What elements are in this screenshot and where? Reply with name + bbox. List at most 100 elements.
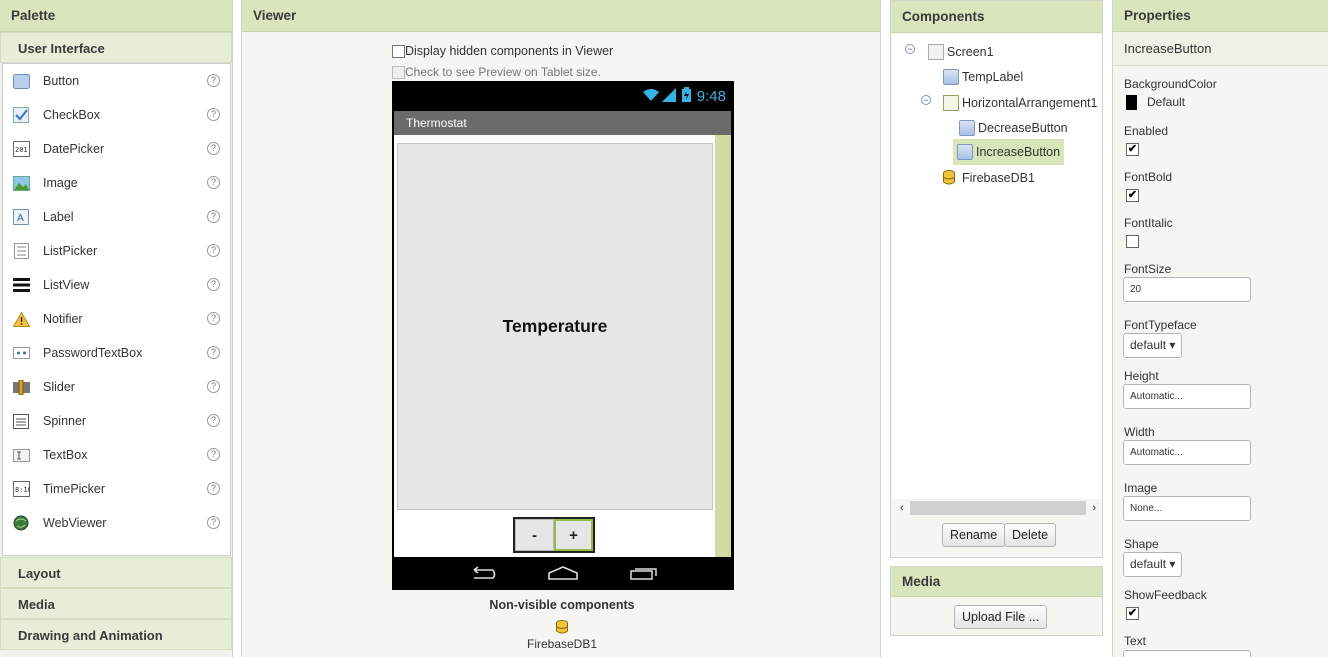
palette-item-webviewer[interactable]: WebViewer ? xyxy=(3,506,230,540)
category-user-interface[interactable]: User Interface xyxy=(0,32,232,63)
tree-node-increasebutton[interactable]: IncreaseButton xyxy=(953,139,1065,165)
help-icon[interactable]: ? xyxy=(207,482,220,495)
palette-item-label: TextBox xyxy=(43,448,88,462)
palette-item-listview[interactable]: ListView ? xyxy=(3,268,230,302)
tree-horizontal-scrollbar[interactable]: ‹ › xyxy=(900,500,1096,516)
home-icon xyxy=(548,565,578,583)
enabled-checkbox[interactable]: ✔ xyxy=(1126,143,1139,156)
showfeedback-checkbox[interactable]: ✔ xyxy=(1126,607,1139,620)
shape-label: Shape xyxy=(1124,537,1159,551)
app-title-bar: Thermostat xyxy=(394,111,731,135)
show-hidden-row[interactable]: Display hidden components in Viewer xyxy=(392,44,613,58)
tablet-preview-row[interactable]: Check to see Preview on Tablet size. xyxy=(392,65,601,79)
help-icon[interactable]: ? xyxy=(207,414,220,427)
palette-item-spinner[interactable]: Spinner ? xyxy=(3,404,230,438)
horizontal-arrangement[interactable]: - + xyxy=(513,517,595,553)
help-icon[interactable]: ? xyxy=(207,278,220,291)
help-icon[interactable]: ? xyxy=(207,108,220,121)
help-icon[interactable]: ? xyxy=(207,346,220,359)
textbox-icon xyxy=(12,447,30,463)
palette-item-label[interactable]: A Label ? xyxy=(3,200,230,234)
palette-item-notifier[interactable]: Notifier ? xyxy=(3,302,230,336)
help-icon[interactable]: ? xyxy=(207,312,220,325)
help-icon[interactable]: ? xyxy=(207,210,220,223)
fontsize-input[interactable]: 20 xyxy=(1123,277,1251,302)
palette-item-label: Spinner xyxy=(43,414,87,428)
delete-button[interactable]: Delete xyxy=(1004,523,1057,547)
help-icon[interactable]: ? xyxy=(207,244,220,257)
palette-item-listpicker[interactable]: ListPicker ? xyxy=(3,234,230,268)
image-label: Image xyxy=(1124,481,1158,495)
background-color-picker[interactable]: Default xyxy=(1126,95,1185,111)
show-hidden-checkbox[interactable] xyxy=(392,44,405,58)
enabled-label: Enabled xyxy=(1124,124,1169,138)
datepicker-icon: 201 xyxy=(12,141,30,157)
fontitalic-checkbox[interactable] xyxy=(1126,235,1139,248)
palette-item-list: Button ? CheckBox ? 201 DatePicker ? Ima… xyxy=(2,63,231,556)
tree-node-horizontalarrangement1[interactable]: HorizontalArrangement1 xyxy=(943,92,1098,114)
image-icon xyxy=(12,175,30,191)
palette-item-label: Slider xyxy=(43,380,75,394)
tree-node-screen1[interactable]: Screen1 xyxy=(928,41,994,63)
nonvisible-item-firebase[interactable]: FirebaseDB1 xyxy=(242,620,882,651)
svg-text:201: 201 xyxy=(15,146,28,154)
collapse-icon[interactable]: − xyxy=(905,44,915,54)
palette-item-checkbox[interactable]: CheckBox ? xyxy=(3,98,230,132)
palette-item-passwordtextbox[interactable]: PasswordTextBox ? xyxy=(3,336,230,370)
increase-button[interactable]: + xyxy=(554,519,593,551)
category-media[interactable]: Media xyxy=(0,588,232,619)
background-color-label: BackgroundColor xyxy=(1124,77,1217,91)
shape-select[interactable]: default ▾ xyxy=(1123,552,1183,577)
help-icon[interactable]: ? xyxy=(207,516,220,529)
selected-component-name: IncreaseButton xyxy=(1113,32,1328,66)
palette-item-button[interactable]: Button ? xyxy=(3,64,230,98)
help-icon[interactable]: ? xyxy=(207,142,220,155)
phone-screen: Temperature - + xyxy=(394,135,731,557)
palette-item-label: PasswordTextBox xyxy=(43,346,143,360)
category-layout[interactable]: Layout xyxy=(0,557,232,588)
decrease-button[interactable]: - xyxy=(515,519,554,551)
button-icon xyxy=(12,73,30,89)
scroll-left-icon[interactable]: ‹ xyxy=(900,502,904,514)
help-icon[interactable]: ? xyxy=(207,448,220,461)
scroll-right-icon[interactable]: › xyxy=(1092,502,1096,514)
height-input[interactable]: Automatic... xyxy=(1123,384,1251,409)
text-input[interactable] xyxy=(1123,650,1251,657)
components-title: Components xyxy=(891,1,1102,33)
fontbold-label: FontBold xyxy=(1124,170,1173,184)
tree-node-label: HorizontalArrangement1 xyxy=(962,96,1098,110)
rename-button[interactable]: Rename xyxy=(942,523,1006,547)
nonvisible-title: Non-visible components xyxy=(489,598,635,612)
tree-node-label: TempLabel xyxy=(962,70,1024,84)
collapse-icon[interactable]: − xyxy=(921,95,931,105)
palette-item-image[interactable]: Image ? xyxy=(3,166,230,200)
color-swatch xyxy=(1126,95,1137,111)
fonttypeface-select[interactable]: default ▾ xyxy=(1123,333,1183,358)
palette-item-timepicker[interactable]: 8:10 TimePicker ? xyxy=(3,472,230,506)
palette-item-label: TimePicker xyxy=(43,482,106,496)
palette-item-datepicker[interactable]: 201 DatePicker ? xyxy=(3,132,230,166)
palette-item-label: Button xyxy=(43,74,80,88)
password-icon xyxy=(12,345,30,361)
temp-label[interactable]: Temperature xyxy=(397,143,713,510)
palette-item-slider[interactable]: Slider ? xyxy=(3,370,230,404)
width-input[interactable]: Automatic... xyxy=(1123,440,1251,465)
upload-file-button[interactable]: Upload File ... xyxy=(954,605,1048,629)
help-icon[interactable]: ? xyxy=(207,176,220,189)
tree-node-templabel[interactable]: TempLabel xyxy=(943,66,1023,88)
scrollbar-track[interactable] xyxy=(909,501,1087,515)
label-icon xyxy=(943,69,959,85)
tablet-preview-checkbox[interactable] xyxy=(392,65,405,79)
palette-item-textbox[interactable]: TextBox ? xyxy=(3,438,230,472)
help-icon[interactable]: ? xyxy=(207,74,220,87)
tree-node-firebasedb1[interactable]: FirebaseDB1 xyxy=(943,167,1035,189)
phone-clock: 9:48 xyxy=(696,87,726,105)
help-icon[interactable]: ? xyxy=(207,380,220,393)
palette-panel: Palette User Interface Button ? CheckBox… xyxy=(0,0,233,657)
image-input[interactable]: None... xyxy=(1123,496,1251,521)
category-drawing-and-animation[interactable]: Drawing and Animation xyxy=(0,619,232,650)
fontbold-checkbox[interactable]: ✔ xyxy=(1126,189,1139,202)
tree-node-decreasebutton[interactable]: DecreaseButton xyxy=(959,117,1068,139)
screen-scrollbar[interactable] xyxy=(715,135,731,557)
media-panel: Media Upload File ... xyxy=(890,566,1103,636)
